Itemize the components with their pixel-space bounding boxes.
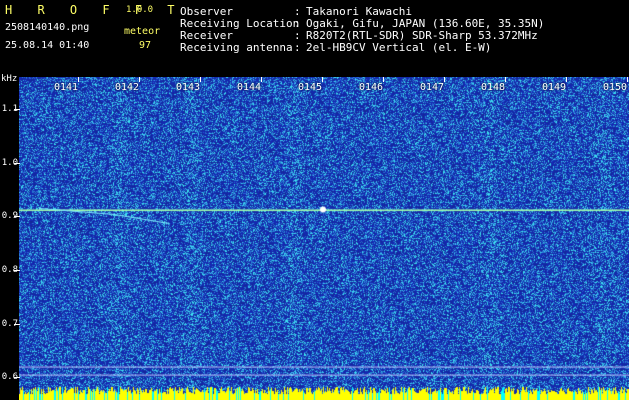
info-value-antenna: 2el-HB9CV Vertical (el. E-W) [306,41,492,54]
hrofft-window: H R O F F T 1.0.0 2508140140.png 25.08.1… [0,0,629,400]
x-tick-label: 0144 [237,82,262,93]
x-tick [444,77,445,82]
spectrogram-canvas[interactable] [19,77,629,400]
x-tick-label: 0149 [542,82,567,93]
detector-label: meteor [124,26,161,37]
x-tick-label: 0150 [603,82,628,93]
info-key-location: Receiving Location [180,17,300,30]
x-tick-label: 0142 [115,82,140,93]
x-tick [566,77,567,82]
info-key-observer: Observer [180,5,233,18]
info-value-receiver: R820T2(RTL-SDR) SDR-Sharp 53.372MHz [306,29,538,42]
x-tick-label: 0146 [359,82,384,93]
info-sep: : [294,41,301,54]
info-sep: : [294,17,301,30]
x-tick-label: 0147 [420,82,445,93]
x-tick [261,77,262,82]
x-tick [200,77,201,82]
info-sep: : [294,5,301,18]
x-tick [383,77,384,82]
y-tick [14,109,20,111]
y-tick [14,323,20,325]
info-value-observer: Takanori Kawachi [306,5,412,18]
x-tick-label: 0145 [298,82,323,93]
app-version: 1.0.0 [126,5,154,15]
x-tick [322,77,323,82]
y-tick [14,162,20,164]
info-key-antenna: Receiving antenna [180,41,293,54]
detector-count: 97 [139,40,152,51]
y-tick [14,377,20,379]
info-value-location: Ogaki, Gifu, JAPAN (136.60E, 35.35N) [306,17,545,30]
y-axis-unit: kHz [1,74,18,84]
info-sep: : [294,29,301,42]
y-tick [14,216,20,218]
file-name: 2508140140.png [5,22,90,33]
info-key-receiver: Receiver [180,29,233,42]
x-tick [78,77,79,82]
file-datetime: 25.08.14 01:40 [5,40,90,51]
x-tick-label: 0143 [176,82,201,93]
app-logo: H R O F F T [5,3,184,17]
y-tick [14,270,20,272]
x-tick-label: 0141 [54,82,79,93]
x-tick [627,77,628,82]
x-tick [139,77,140,82]
x-tick-label: 0148 [481,82,506,93]
x-tick [505,77,506,82]
